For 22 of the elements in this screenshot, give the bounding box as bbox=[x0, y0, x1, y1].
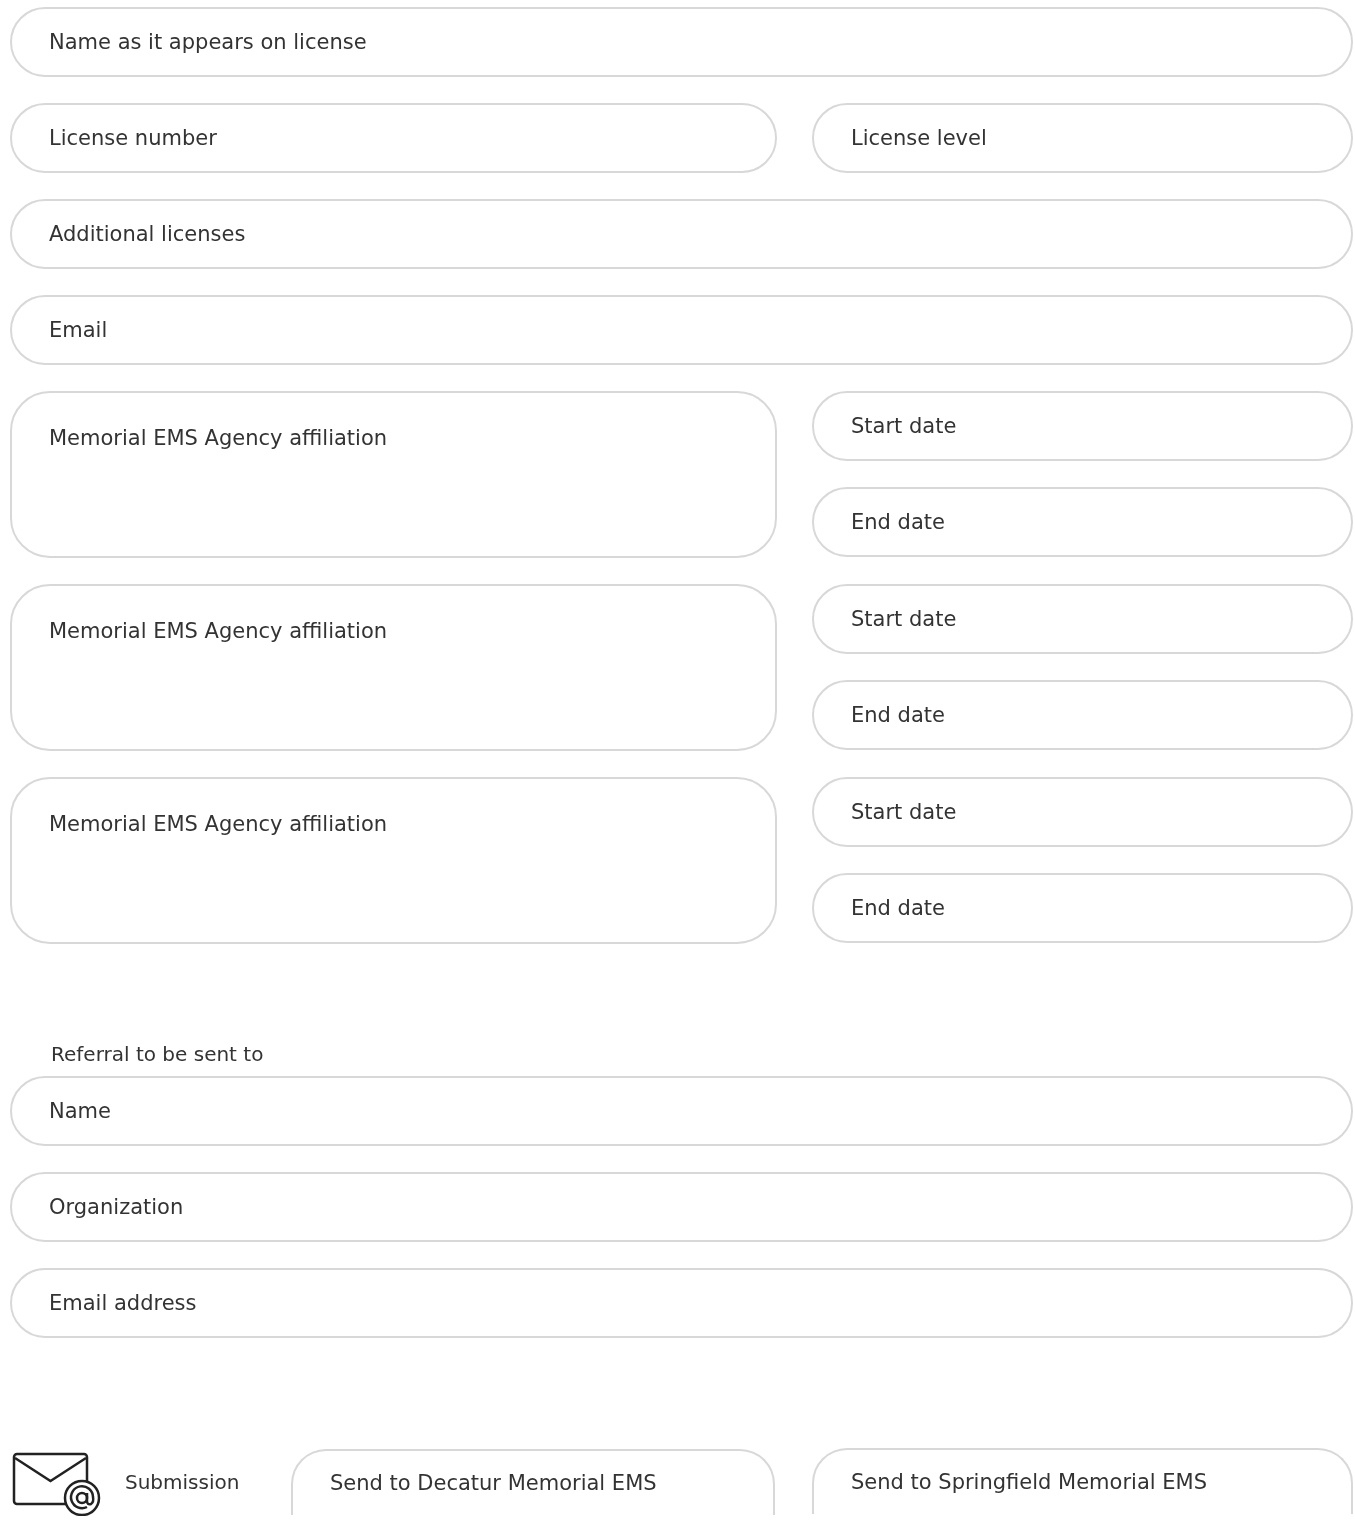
additional-licenses-field[interactable]: Additional licenses bbox=[10, 199, 1353, 269]
send-button[interactable]: Send to Decatur Memorial EMS bbox=[291, 1449, 775, 1515]
start-date-field[interactable]: Start date bbox=[812, 777, 1353, 847]
end-date-field[interactable]: End date bbox=[812, 487, 1353, 557]
start-date-field[interactable]: Start date bbox=[812, 391, 1353, 461]
name-field[interactable]: Name as it appears on license bbox=[10, 7, 1353, 77]
agency-affiliation-field[interactable]: Memorial EMS Agency affiliation bbox=[10, 584, 777, 751]
license-number-field[interactable]: License number bbox=[10, 103, 777, 173]
send-button[interactable]: Send to Springfield Memorial EMS bbox=[812, 1448, 1353, 1514]
end-date-field[interactable]: End date bbox=[812, 873, 1353, 943]
email-field[interactable]: Email bbox=[10, 295, 1353, 365]
start-date-field[interactable]: Start date bbox=[812, 584, 1353, 654]
end-date-field[interactable]: End date bbox=[812, 680, 1353, 750]
email-icon bbox=[12, 1452, 102, 1516]
email-address-field[interactable]: Email address bbox=[10, 1268, 1353, 1338]
organization-field[interactable]: Organization bbox=[10, 1172, 1353, 1242]
referral-heading: Referral to be sent to bbox=[50, 1042, 265, 1066]
agency-affiliation-field[interactable]: Memorial EMS Agency affiliation bbox=[10, 777, 777, 944]
submission-label: Submission bbox=[125, 1470, 241, 1494]
license-level-field[interactable]: License level bbox=[812, 103, 1353, 173]
agency-affiliation-field[interactable]: Memorial EMS Agency affiliation bbox=[10, 391, 777, 558]
referral-name-field[interactable]: Name bbox=[10, 1076, 1353, 1146]
